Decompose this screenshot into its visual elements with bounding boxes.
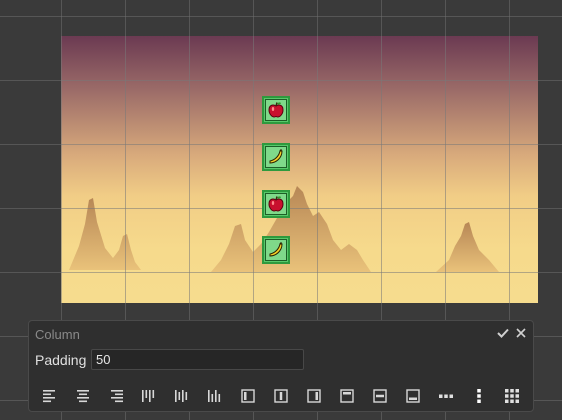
anchor-bottom-icon [406, 389, 420, 403]
anchor-bottom-button[interactable] [402, 385, 424, 407]
banana-icon [269, 149, 283, 164]
distribute-bottom-button[interactable] [204, 385, 226, 407]
column-layout-icon [477, 389, 481, 403]
anchor-middle-icon [373, 389, 387, 403]
align-left-icon [43, 390, 55, 403]
grid-layout-icon [505, 389, 519, 403]
distribute-middle-button[interactable] [171, 385, 193, 407]
anchor-center-button[interactable] [270, 385, 292, 407]
distribute-middle-icon [175, 390, 188, 402]
scene-grid-overlay [61, 36, 538, 303]
padding-input[interactable] [91, 349, 304, 370]
game-scene-viewport[interactable] [61, 36, 538, 303]
anchor-top-icon [340, 389, 354, 403]
anchor-right-button[interactable] [303, 385, 325, 407]
anchor-left-icon [241, 389, 255, 403]
panel-title: Column [35, 327, 80, 342]
anchor-top-button[interactable] [336, 385, 358, 407]
distribute-top-button[interactable] [138, 385, 160, 407]
grid-layout-button[interactable] [501, 385, 523, 407]
item-slot-banana[interactable] [262, 143, 290, 171]
distribute-top-icon [142, 390, 155, 402]
align-left-button[interactable] [39, 385, 61, 407]
align-right-button[interactable] [105, 385, 127, 407]
anchor-middle-button[interactable] [369, 385, 391, 407]
apple-icon [268, 196, 284, 212]
anchor-center-icon [274, 389, 288, 403]
distribute-bottom-icon [208, 390, 221, 402]
anchor-right-icon [307, 389, 321, 403]
align-center-button[interactable] [72, 385, 94, 407]
close-icon[interactable] [514, 326, 528, 340]
row-layout-button[interactable] [435, 385, 457, 407]
align-center-icon [77, 390, 89, 403]
align-right-icon [111, 390, 123, 403]
item-slot-apple[interactable] [262, 96, 290, 124]
row-layout-icon [439, 394, 453, 398]
item-slot-apple[interactable] [262, 190, 290, 218]
item-slot-banana[interactable] [262, 236, 290, 264]
column-layout-button[interactable] [468, 385, 490, 407]
confirm-check-icon[interactable] [496, 326, 510, 340]
column-inspector-panel: Column Padding [28, 320, 534, 412]
padding-label: Padding [35, 352, 87, 368]
banana-icon [269, 242, 283, 257]
anchor-left-button[interactable] [237, 385, 259, 407]
apple-icon [268, 102, 284, 118]
